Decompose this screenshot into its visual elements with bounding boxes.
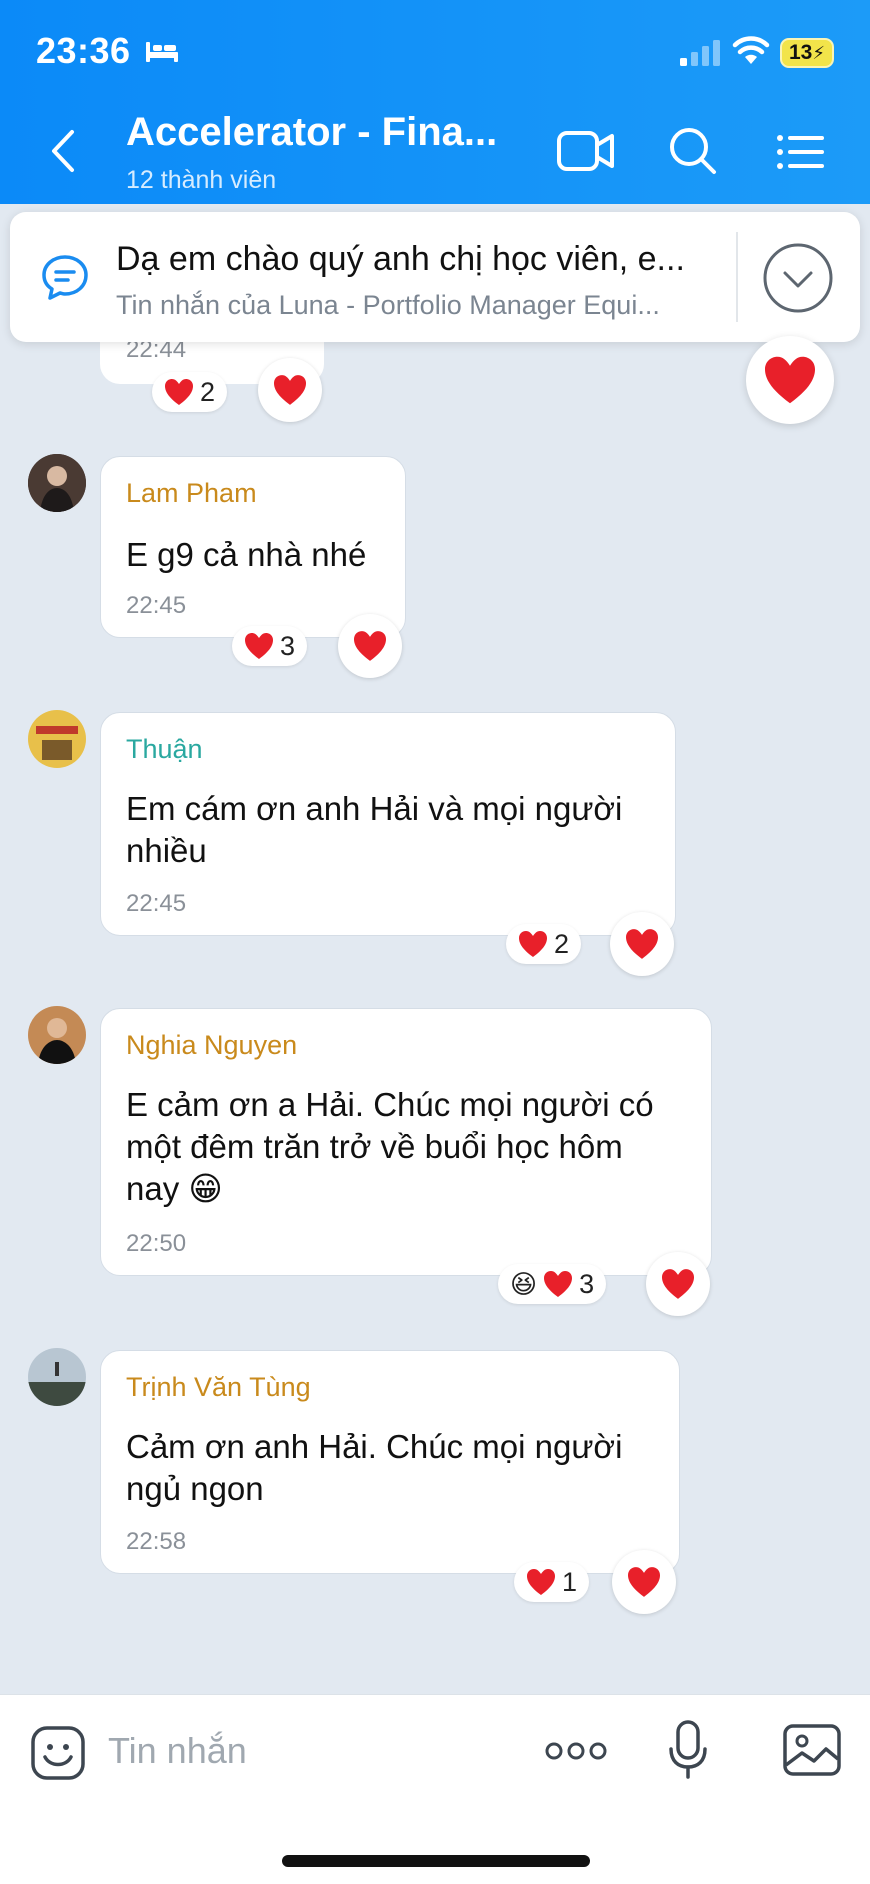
pinned-title: Dạ em chào quý anh chị học viên, e... — [116, 240, 685, 278]
react-button[interactable] — [612, 1550, 676, 1614]
reaction-count: 3 — [280, 630, 296, 661]
sender-name[interactable]: Thuận — [126, 734, 203, 765]
reaction-summary[interactable]: 3 — [232, 626, 308, 666]
heart-icon — [245, 633, 273, 659]
message-composer — [0, 1694, 870, 1884]
reaction-count: 2 — [200, 376, 216, 407]
message-time: 22:58 — [126, 1528, 187, 1555]
battery-level: 13 — [789, 41, 813, 64]
reaction-count: 1 — [562, 1566, 578, 1597]
react-button[interactable] — [646, 1252, 710, 1316]
reaction-count: 2 — [554, 928, 570, 959]
image-icon[interactable] — [782, 1723, 842, 1777]
sticker-icon[interactable] — [30, 1725, 86, 1781]
reaction-summary[interactable]: 1 — [514, 1562, 590, 1602]
message-text: Em cám ơn anh Hải và mọi người nhiều — [126, 790, 623, 869]
message-text: Cảm ơn anh Hải. Chúc mọi người ngủ ngon — [126, 1428, 623, 1507]
reaction-count: 3 — [579, 1268, 595, 1299]
avatar[interactable] — [28, 454, 86, 512]
mic-icon[interactable] — [668, 1719, 708, 1781]
avatar[interactable] — [28, 710, 86, 768]
heart-icon — [354, 631, 386, 661]
message-time: 22:45 — [126, 592, 187, 619]
pinned-subtitle: Tin nhắn của Luna - Portfolio Manager Eq… — [116, 290, 660, 320]
back-button[interactable] — [44, 126, 84, 176]
laugh-emoji-icon: 😆 — [510, 1268, 538, 1299]
more-icon[interactable] — [544, 1739, 608, 1763]
heart-icon — [165, 379, 193, 405]
charging-icon: ⚡ — [812, 42, 825, 63]
avatar[interactable] — [28, 1348, 86, 1406]
react-button[interactable] — [610, 912, 674, 976]
status-time: 23:36 — [36, 30, 131, 71]
reaction-summary[interactable]: 😆 3 — [498, 1264, 607, 1304]
video-call-icon[interactable] — [556, 128, 616, 174]
heart-icon — [274, 375, 306, 405]
heart-icon — [662, 1269, 694, 1299]
message-input[interactable] — [108, 1721, 508, 1781]
sender-name[interactable]: Nghia Nguyen — [126, 1030, 297, 1061]
home-indicator[interactable] — [282, 1855, 590, 1867]
react-button[interactable] — [258, 358, 322, 422]
bed-icon — [146, 42, 178, 62]
sender-name[interactable]: Trịnh Văn Tùng — [126, 1372, 311, 1403]
heart-icon — [628, 1567, 660, 1597]
menu-icon[interactable] — [776, 132, 824, 172]
battery-indicator: 13 ⚡ — [780, 38, 834, 68]
message-time: 22:45 — [126, 890, 187, 917]
wifi-icon — [732, 36, 770, 64]
search-icon[interactable] — [668, 126, 718, 176]
signal-icon — [680, 40, 720, 66]
message-time: 22:50 — [126, 1230, 187, 1257]
header: 23:36 13 ⚡ Accelerator - Fina... 12 thành… — [0, 0, 870, 204]
reaction-summary[interactable]: 2 — [506, 924, 582, 964]
heart-icon — [544, 1271, 573, 1297]
heart-icon — [519, 931, 547, 957]
message-text: E cảm ơn a Hải. Chúc mọi người có một đêm… — [126, 1086, 654, 1207]
heart-icon — [527, 1569, 555, 1595]
reaction-summary[interactable]: 2 — [152, 372, 228, 412]
chat-bubble-icon — [42, 255, 88, 300]
avatar[interactable] — [28, 1006, 86, 1064]
quick-heart-button[interactable] — [746, 336, 834, 424]
member-count[interactable]: 12 thành viên — [126, 166, 276, 195]
heart-icon — [765, 356, 815, 404]
divider — [736, 232, 738, 322]
chevron-down-icon[interactable] — [762, 242, 834, 314]
message-text: E g9 cả nhà nhé — [126, 536, 367, 573]
chat-title[interactable]: Accelerator - Fina... — [126, 110, 497, 155]
react-button[interactable] — [338, 614, 402, 678]
sender-name[interactable]: Lam Pham — [126, 478, 257, 509]
heart-icon — [626, 929, 658, 959]
pinned-message-banner[interactable]: Dạ em chào quý anh chị học viên, e... Ti… — [10, 212, 860, 342]
